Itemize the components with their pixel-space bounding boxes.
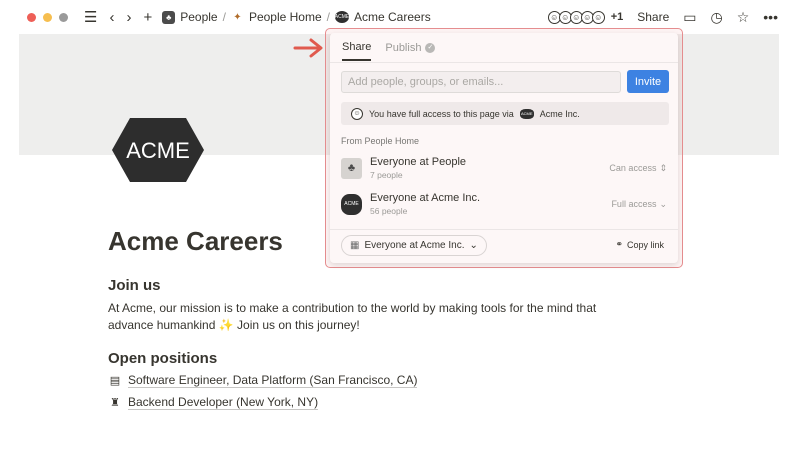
general-access-dropdown[interactable]: ▦ Everyone at Acme Inc. ⌄: [341, 235, 487, 256]
tab-label: Publish: [385, 42, 422, 54]
row-member-count: 7 people: [370, 170, 403, 180]
nav-controls: ☰ ‹ › +: [84, 10, 152, 25]
close-window-button[interactable]: [27, 12, 36, 22]
breadcrumb-item-people[interactable]: People: [180, 10, 217, 24]
building-icon: ▦: [350, 240, 360, 251]
acme-logo-icon: ACME: [335, 11, 349, 23]
acme-logo-icon: ACME: [519, 108, 534, 119]
avatar: ☺: [591, 10, 605, 24]
page-title[interactable]: Acme Careers: [108, 226, 283, 257]
row-name: Everyone at Acme Inc.: [370, 192, 481, 204]
invite-button[interactable]: Invite: [627, 70, 669, 93]
chevron-down-icon: ⌄: [659, 198, 667, 209]
acme-logo: ACME: [112, 118, 204, 182]
check-circle-icon: ✓: [425, 43, 436, 53]
row-member-count: 56 people: [370, 206, 408, 216]
star-icon[interactable]: ☆: [737, 10, 750, 24]
user-avatar-icon: ☺: [351, 107, 363, 120]
job-title: Software Engineer, Data Platform (San Fr…: [128, 373, 418, 388]
statue-of-liberty-icon: ♜: [110, 397, 120, 409]
red-arrow-annotation: [293, 38, 323, 58]
acme-logo-icon: ACME: [341, 193, 362, 215]
inherited-section-label: From People Home: [341, 136, 420, 146]
tab-divider: [330, 62, 678, 63]
access-notice: ☺ You have full access to this page via …: [341, 102, 669, 125]
sidebar-menu-icon[interactable]: ☰: [84, 10, 97, 25]
collaborator-avatars[interactable]: ☺ ☺ ☺ ☺ ☺ +1: [547, 10, 624, 24]
tab-publish[interactable]: Publish ✓: [385, 41, 436, 61]
permission-dropdown[interactable]: Can access ⇕: [609, 163, 669, 174]
permission-label: Full access: [611, 199, 657, 209]
copy-link-button[interactable]: ⚭ Copy link: [615, 239, 664, 250]
scope-label: Everyone at Acme Inc.: [364, 240, 465, 251]
zoom-window-button[interactable]: [59, 12, 68, 22]
link-icon: ⚭: [615, 239, 623, 249]
row-name: Everyone at People: [370, 156, 467, 168]
share-button[interactable]: Share: [637, 10, 669, 24]
forward-arrow-icon[interactable]: ›: [126, 10, 131, 25]
more-icon[interactable]: •••: [763, 10, 778, 24]
share-row-everyone-at-people: ♣ Everyone at People 7 people Can access…: [341, 153, 669, 183]
calendar-icon: ▤: [109, 375, 121, 387]
avatar-extra-count: +1: [610, 11, 624, 23]
tab-label: Share: [342, 41, 372, 53]
back-arrow-icon[interactable]: ‹: [109, 10, 114, 25]
share-popup: Share Publish ✓ Invite ☺ You have full a…: [330, 33, 678, 263]
people-home-icon: ✦: [233, 11, 242, 23]
popup-tabs: Share Publish ✓: [342, 41, 436, 61]
mission-paragraph[interactable]: At Acme, our mission is to make a contri…: [108, 300, 628, 334]
invite-input[interactable]: [341, 71, 621, 93]
job-link-software-engineer[interactable]: ▤ Software Engineer, Data Platform (San …: [108, 373, 418, 388]
breadcrumb-item-people-home[interactable]: People Home: [249, 10, 322, 24]
new-page-icon[interactable]: +: [143, 10, 152, 25]
permission-label: Can access: [609, 163, 657, 173]
breadcrumb-item-acme-careers[interactable]: Acme Careers: [354, 10, 431, 24]
tab-share[interactable]: Share: [342, 41, 372, 61]
chevron-updown-icon: ⇕: [659, 162, 667, 173]
access-notice-org: Acme Inc.: [539, 108, 580, 119]
breadcrumb: ♣ People / ✦ People Home / ACME Acme Car…: [162, 10, 431, 24]
minimize-window-button[interactable]: [43, 12, 52, 22]
comment-icon[interactable]: ▭: [683, 10, 696, 24]
people-page-icon: ♣: [162, 10, 176, 24]
people-group-icon: ♣: [341, 157, 362, 179]
job-link-backend-developer[interactable]: ♜ Backend Developer (New York, NY): [108, 395, 319, 410]
breadcrumb-separator: /: [326, 10, 330, 24]
footer-divider: [330, 229, 678, 230]
logo-text: ACME: [126, 138, 190, 163]
access-notice-text: You have full access to this page via: [369, 108, 514, 119]
permission-dropdown[interactable]: Full access ⌄: [611, 199, 669, 210]
clock-icon[interactable]: ◷: [711, 10, 723, 24]
open-positions-heading[interactable]: Open positions: [108, 350, 217, 367]
window-controls: [27, 12, 68, 22]
share-row-everyone-at-acme: ACME Everyone at Acme Inc. 56 people Ful…: [341, 189, 669, 219]
join-heading[interactable]: Join us: [108, 277, 161, 294]
copy-link-label: Copy link: [626, 239, 664, 250]
breadcrumb-separator: /: [222, 10, 226, 24]
job-title: Backend Developer (New York, NY): [128, 395, 319, 410]
chevron-down-icon: ⌄: [469, 240, 478, 251]
